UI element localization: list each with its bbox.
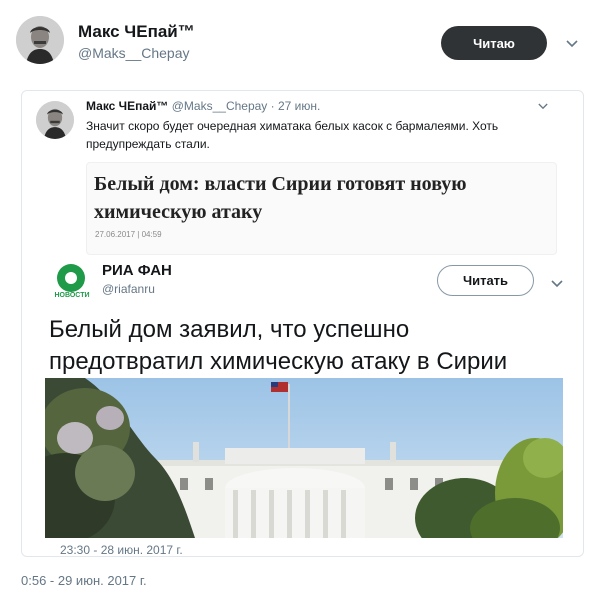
quoted-author-avatar[interactable] bbox=[36, 101, 74, 139]
ria-logo-center bbox=[65, 272, 77, 284]
avatar-portrait bbox=[36, 101, 74, 139]
author-handle[interactable]: @Maks__Chepay bbox=[78, 45, 190, 61]
author-avatar[interactable] bbox=[16, 16, 64, 64]
ria-tweet-timestamp[interactable]: 23:30 - 28 июн. 2017 г. bbox=[60, 543, 183, 557]
avatar-portrait bbox=[16, 16, 64, 64]
quoted-tweet-header: Макс ЧЕпай™ @Maks__Chepay · 27 июн. bbox=[86, 99, 320, 113]
ria-author-handle[interactable]: @riafanru bbox=[102, 282, 155, 296]
ria-logo-text: НОВОСТИ bbox=[54, 292, 90, 299]
white-house-image bbox=[45, 378, 563, 538]
quoted-author-handle[interactable]: @Maks__Chepay bbox=[172, 99, 268, 113]
author-name[interactable]: Макс ЧЕпай™ bbox=[78, 22, 195, 42]
article-date: 27.06.2017 | 04:59 bbox=[95, 230, 162, 239]
chevron-down-icon[interactable] bbox=[566, 36, 578, 51]
ria-tweet-text: Белый дом заявил, что успешно предотврат… bbox=[49, 316, 508, 375]
following-button[interactable]: Читаю bbox=[441, 26, 547, 60]
tweet-timestamp[interactable]: 0:56 - 29 июн. 2017 г. bbox=[21, 573, 147, 588]
quoted-tweet-text: Значит скоро будет очередная химатака бе… bbox=[86, 119, 499, 151]
tweet-photo[interactable] bbox=[45, 378, 563, 538]
ria-author-name[interactable]: РИА ФАН bbox=[102, 262, 172, 279]
follow-button[interactable]: Читать bbox=[437, 265, 534, 296]
quoted-author-name[interactable]: Макс ЧЕпай™ bbox=[86, 99, 168, 113]
chevron-down-icon[interactable] bbox=[538, 101, 548, 113]
article-title[interactable]: Белый дом: власти Сирии готовят новую хи… bbox=[94, 170, 549, 226]
chevron-down-icon[interactable] bbox=[551, 276, 563, 291]
quoted-date[interactable]: · 27 июн. bbox=[271, 99, 321, 113]
